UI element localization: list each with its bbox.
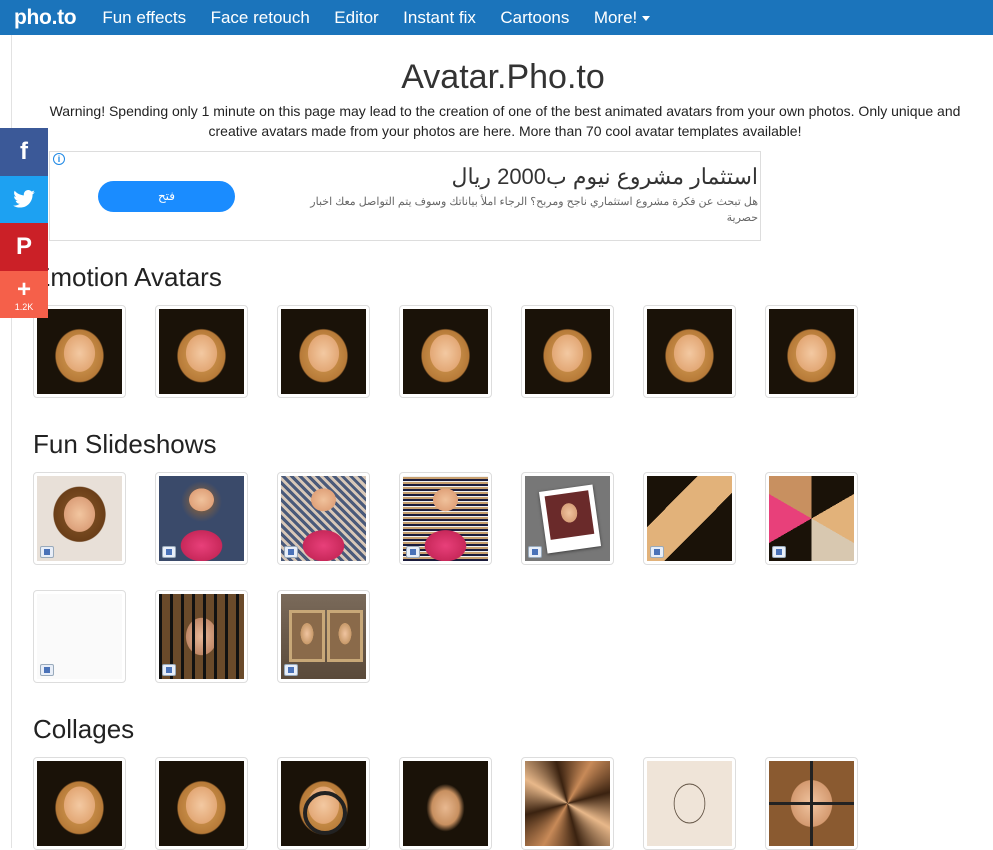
ad-banner[interactable]: i فتح استثمار مشروع نيوم ب2000 ريال هل ت… (49, 151, 761, 241)
collage-image (159, 761, 244, 846)
slideshow-7[interactable] (765, 472, 858, 565)
ad-open-button[interactable]: فتح (98, 181, 235, 212)
share-count: 1.2K (14, 302, 34, 313)
slideshow-icon (772, 546, 786, 558)
slideshow-image (37, 476, 122, 561)
slideshow-icon (284, 664, 298, 676)
nav-more-label: More! (593, 7, 638, 27)
slideshow-icon (162, 664, 176, 676)
twitter-share-button[interactable] (0, 175, 48, 223)
slideshow-6[interactable] (643, 472, 736, 565)
slideshow-image (525, 476, 610, 561)
slideshow-8[interactable] (33, 590, 126, 683)
slideshow-image (647, 476, 732, 561)
collage-5[interactable] (521, 757, 614, 850)
info-icon[interactable]: i (53, 153, 65, 165)
emotion-avatar-7[interactable] (765, 305, 858, 398)
ad-headline[interactable]: استثمار مشروع نيوم ب2000 ريال (318, 164, 758, 190)
slideshow-image (37, 594, 122, 679)
nav-cartoons[interactable]: Cartoons (500, 8, 569, 28)
slideshow-1[interactable] (33, 472, 126, 565)
collage-1[interactable] (33, 757, 126, 850)
slideshow-3[interactable] (277, 472, 370, 565)
collage-image (769, 761, 854, 846)
slideshow-icon (162, 546, 176, 558)
collage-7[interactable] (765, 757, 858, 850)
slideshow-10[interactable] (277, 590, 370, 683)
plus-icon: + (16, 276, 31, 304)
nav-more[interactable]: More! (593, 7, 651, 28)
page-intro: Warning! Spending only 1 minute on this … (49, 103, 961, 139)
avatar-image (769, 309, 854, 394)
slideshow-icon (40, 546, 54, 558)
slideshow-icon (284, 546, 298, 558)
book-page-left (289, 610, 325, 662)
pinterest-share-button[interactable]: P (0, 223, 48, 271)
top-navbar: pho.to Fun effects Face retouch Editor I… (0, 0, 993, 35)
slideshow-image (281, 594, 366, 679)
emotion-avatar-1[interactable] (33, 305, 126, 398)
slideshow-image (403, 476, 488, 561)
page-title: Avatar.Pho.to (401, 58, 605, 96)
nav-face-retouch[interactable]: Face retouch (211, 8, 310, 28)
ad-body: هل تبحث عن فكرة مشروع استثماري ناجح ومرب… (310, 196, 758, 224)
collage-3[interactable] (277, 757, 370, 850)
slideshow-image (769, 476, 854, 561)
emotion-avatar-4[interactable] (399, 305, 492, 398)
main-nav: Fun effects Face retouch Editor Instant … (102, 8, 670, 28)
slideshow-icon (528, 546, 542, 558)
slideshow-image (159, 594, 244, 679)
collage-image (647, 761, 732, 846)
photo-card (538, 484, 602, 554)
chevron-down-icon (642, 16, 651, 21)
section-title-collages: Collages (33, 714, 135, 744)
avatar-image (647, 309, 732, 394)
slideshow-4[interactable] (399, 472, 492, 565)
more-share-button[interactable]: +1.2K (0, 270, 48, 318)
collage-image (403, 761, 488, 846)
avatar-image (281, 309, 366, 394)
avatar-image (37, 309, 122, 394)
section-title-slideshows: Fun Slideshows (33, 429, 217, 459)
site-logo[interactable]: pho.to (14, 6, 77, 30)
emotion-avatar-5[interactable] (521, 305, 614, 398)
slideshow-icon (650, 546, 664, 558)
emotion-avatar-3[interactable] (277, 305, 370, 398)
twitter-icon (13, 190, 35, 208)
collage-6[interactable] (643, 757, 736, 850)
collage-image (525, 761, 610, 846)
slideshow-image (281, 476, 366, 561)
social-share-bar: f P +1.2K (0, 128, 48, 318)
nav-instant-fix[interactable]: Instant fix (403, 8, 476, 28)
section-title-emotion: Emotion Avatars (33, 262, 222, 292)
avatar-image (159, 309, 244, 394)
nav-editor[interactable]: Editor (334, 8, 378, 28)
pinterest-icon: P (15, 232, 32, 260)
facebook-share-button[interactable]: f (0, 128, 48, 176)
slideshow-image (159, 476, 244, 561)
avatar-image (403, 309, 488, 394)
slideshow-5[interactable] (521, 472, 614, 565)
slideshow-9[interactable] (155, 590, 248, 683)
emotion-avatar-2[interactable] (155, 305, 248, 398)
slideshow-icon (406, 546, 420, 558)
book-page-right (327, 610, 363, 662)
collage-2[interactable] (155, 757, 248, 850)
slideshow-2[interactable] (155, 472, 248, 565)
nav-fun-effects[interactable]: Fun effects (102, 8, 186, 28)
facebook-icon: f (20, 137, 28, 165)
avatar-image (525, 309, 610, 394)
collage-image (281, 761, 366, 846)
slideshow-icon (40, 664, 54, 676)
emotion-avatar-6[interactable] (643, 305, 736, 398)
collage-image (37, 761, 122, 846)
collage-4[interactable] (399, 757, 492, 850)
